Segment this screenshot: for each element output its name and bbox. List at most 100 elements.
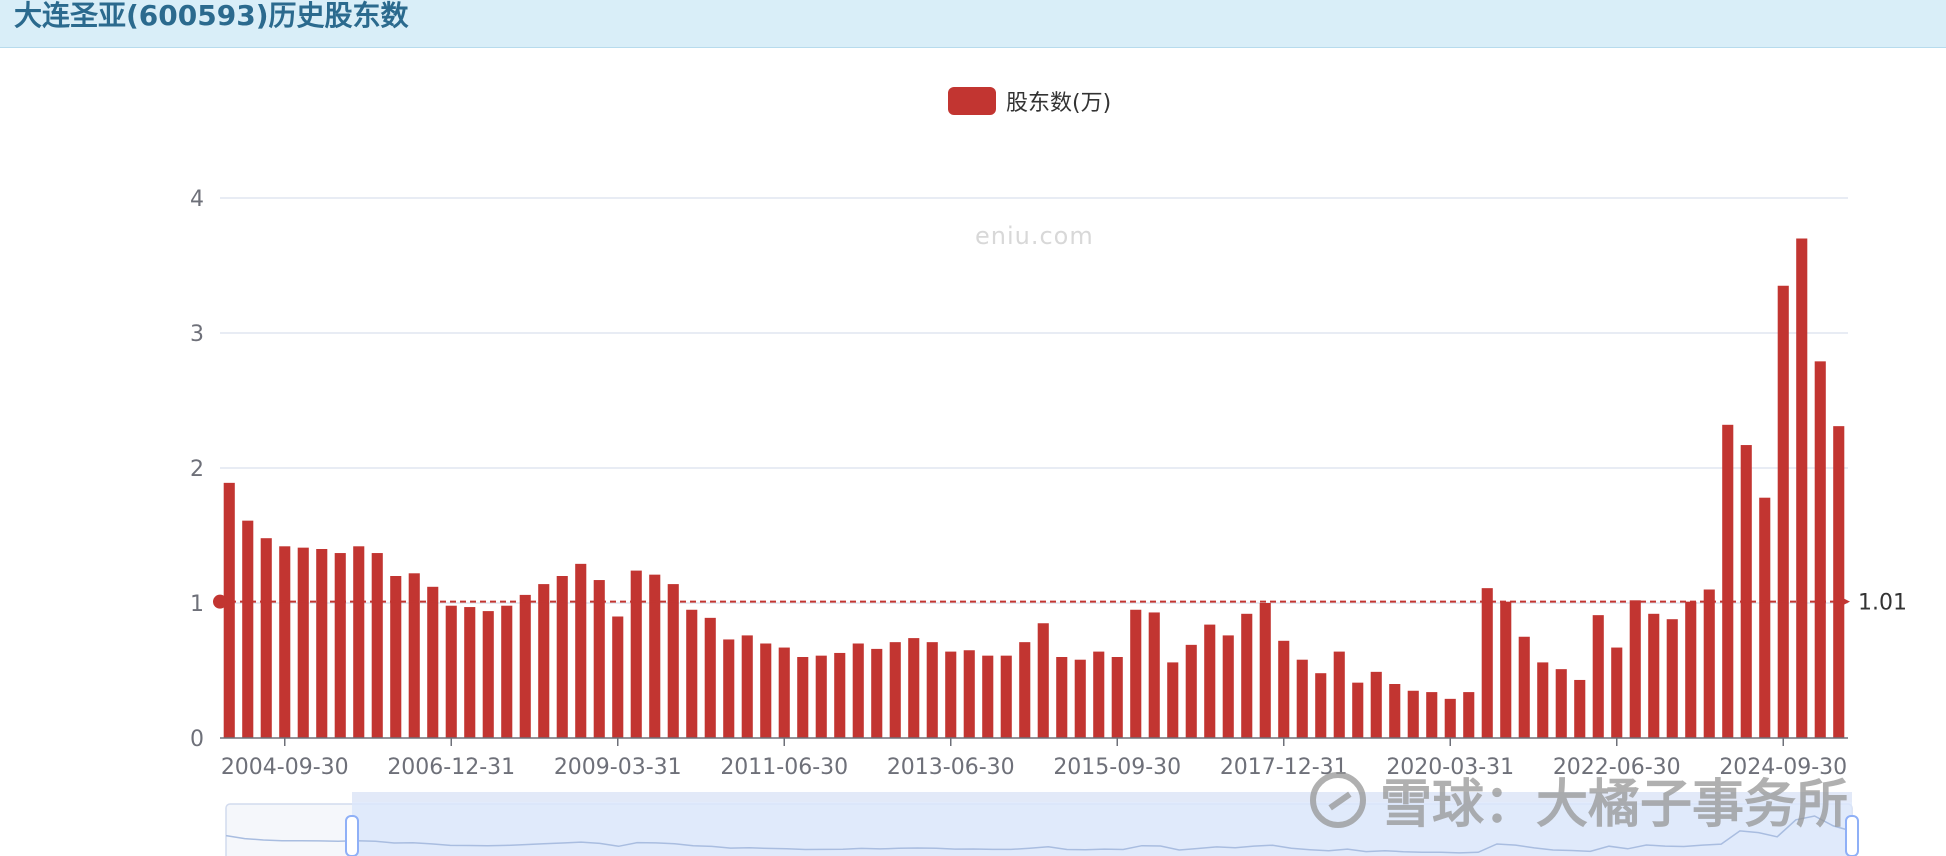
bar[interactable] [371,553,383,738]
bar[interactable] [556,576,568,738]
bar[interactable] [390,576,402,738]
bar[interactable] [1814,361,1826,738]
bar[interactable] [704,617,716,738]
bar[interactable] [408,573,420,738]
bar[interactable] [242,520,254,738]
bar[interactable] [760,643,772,739]
bar[interactable] [1111,657,1123,738]
bar[interactable] [1407,690,1419,738]
bar[interactable] [279,546,291,738]
bar[interactable] [630,570,642,738]
bar[interactable] [723,639,735,738]
bar[interactable] [1518,636,1530,738]
bar[interactable] [1333,651,1345,738]
bar[interactable] [1444,698,1456,738]
bar[interactable] [464,607,476,738]
bar[interactable] [1777,285,1789,738]
bar[interactable] [1259,603,1271,738]
bar[interactable] [1648,613,1660,738]
bar[interactable] [482,611,494,738]
bar[interactable] [741,635,753,738]
bar[interactable] [1796,238,1808,739]
bar[interactable] [852,643,864,739]
x-tick-label: 2006-12-31 [387,755,515,780]
snowball-watermark: 雪球：大橘子事务所 [1310,762,1848,837]
bar[interactable] [1463,692,1475,738]
bar[interactable] [1204,624,1216,738]
bar[interactable] [1148,612,1160,738]
bar[interactable] [926,642,938,738]
bar[interactable] [1222,635,1234,738]
bar[interactable] [1500,601,1512,738]
bar[interactable] [1241,613,1253,738]
bar[interactable] [1296,659,1308,738]
bar[interactable] [908,638,920,738]
bar[interactable] [945,651,957,738]
bar[interactable] [519,594,531,738]
bar[interactable] [1685,601,1697,738]
bar[interactable] [797,657,809,738]
bar[interactable] [1574,679,1586,738]
bar[interactable] [297,547,309,738]
bar[interactable] [1315,673,1327,738]
bar[interactable] [1019,642,1031,738]
bar[interactable] [1611,647,1623,738]
bar[interactable] [1370,671,1382,738]
bar[interactable] [1740,445,1752,738]
bar[interactable] [1592,615,1604,738]
bar[interactable] [1389,684,1401,738]
bar[interactable] [1056,657,1068,738]
bar[interactable] [1037,623,1049,738]
bar[interactable] [982,655,994,738]
bar[interactable] [334,553,346,738]
x-tick-label: 2011-06-30 [720,755,848,780]
bar[interactable] [1093,651,1105,738]
bar[interactable] [649,574,661,738]
bar[interactable] [1167,662,1179,738]
bar-chart: 0 1 2 3 4 2004-09-30 2006-12-31 2009-03-31 2011-… [190,187,1907,856]
bar[interactable] [1537,662,1549,738]
bar[interactable] [427,586,439,738]
x-tick-label: 2013-06-30 [887,755,1015,780]
bar[interactable] [445,605,457,738]
mean-line-label: 1.01 [1858,591,1907,616]
bar[interactable] [1759,497,1771,738]
bar[interactable] [1426,692,1438,738]
bar[interactable] [1555,669,1567,738]
bar[interactable] [316,549,328,738]
bar[interactable] [353,546,365,738]
mean-line-start-dot [213,594,227,609]
bar[interactable] [667,584,679,738]
bar[interactable] [889,642,901,738]
bar[interactable] [963,650,975,738]
bar[interactable] [778,647,790,738]
bar[interactable] [1833,426,1845,738]
y-tick-label: 1 [190,592,204,617]
bar[interactable] [815,655,827,738]
y-tick-label: 3 [190,322,204,347]
bar[interactable] [538,584,550,738]
bar[interactable] [686,609,698,738]
snowball-watermark-text: 雪球：大橘子事务所 [1380,775,1849,835]
bar[interactable] [834,652,846,738]
snowball-logo-icon [1310,771,1366,828]
bar[interactable] [1074,659,1086,738]
bar[interactable] [1000,655,1012,738]
bar[interactable] [1481,588,1493,738]
bar[interactable] [1352,682,1364,738]
bar[interactable] [260,538,272,738]
bar[interactable] [612,616,624,739]
bar[interactable] [223,482,235,738]
bar[interactable] [1666,619,1678,738]
zoom-slider-left-handle[interactable] [345,815,359,856]
bar[interactable] [1703,589,1715,739]
bar[interactable] [501,605,513,738]
bar[interactable] [593,580,605,738]
bar[interactable] [575,563,587,738]
bar[interactable] [1278,640,1290,738]
bar[interactable] [1185,644,1197,738]
bar[interactable] [1629,600,1641,738]
bar[interactable] [1130,609,1142,738]
bar[interactable] [1722,424,1734,738]
bar[interactable] [871,648,883,738]
